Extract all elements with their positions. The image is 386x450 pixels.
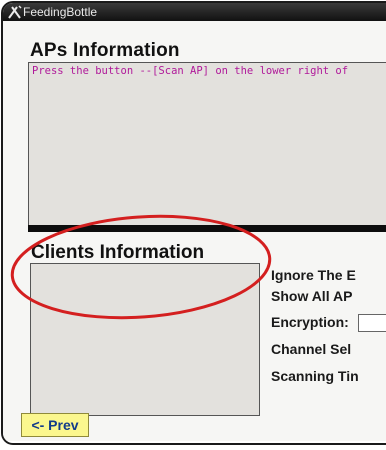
prev-button[interactable]: <- Prev bbox=[21, 413, 89, 437]
window-title: FeedingBottle bbox=[23, 5, 98, 19]
app-icon bbox=[8, 5, 22, 19]
scanning-label: Scanning Tin bbox=[271, 368, 359, 384]
show-all-option-label: Show All AP bbox=[271, 288, 353, 304]
channel-label: Channel Sel bbox=[271, 341, 352, 357]
aps-heading: APs Information bbox=[30, 40, 180, 61]
encryption-field[interactable] bbox=[358, 314, 386, 332]
ignore-option-label: Ignore The E bbox=[271, 267, 356, 283]
ignore-option[interactable]: Ignore The E bbox=[271, 267, 356, 283]
clients-list[interactable] bbox=[30, 263, 260, 416]
title-bar: FeedingBottle bbox=[3, 3, 386, 21]
show-all-option[interactable]: Show All AP bbox=[271, 288, 352, 304]
aps-hint-message: Press the button --[Scan AP] on the lowe… bbox=[32, 65, 349, 77]
clients-heading: Clients Information bbox=[31, 242, 205, 263]
aps-list[interactable]: Press the button --[Scan AP] on the lowe… bbox=[28, 62, 386, 228]
section-divider bbox=[28, 225, 386, 232]
scanning-row: Scanning Tin bbox=[271, 368, 359, 384]
encryption-label: Encryption: bbox=[271, 314, 349, 330]
encryption-row: Encryption: bbox=[271, 314, 386, 332]
channel-row: Channel Sel bbox=[271, 341, 351, 357]
